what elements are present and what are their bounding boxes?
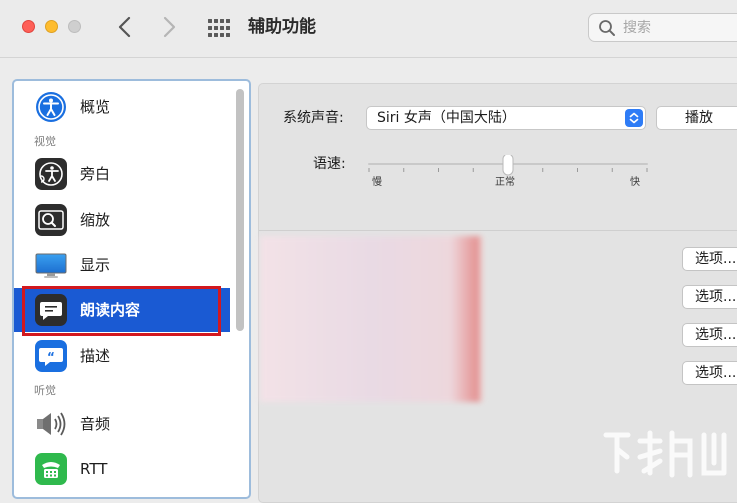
popup-stepper-icon (625, 109, 643, 127)
options-button-2[interactable]: 选项... (682, 285, 737, 309)
zoom-window-button[interactable] (68, 20, 81, 33)
sidebar-item-overview[interactable]: 概览 (14, 85, 230, 129)
toolbar: 辅助功能 搜索 (0, 0, 737, 58)
options-button-1[interactable]: 选项... (682, 247, 737, 271)
descriptions-icon: “ (35, 340, 67, 372)
close-window-button[interactable] (22, 20, 35, 33)
sidebar-item-label: 概览 (80, 98, 111, 116)
sidebar-item-label: 朗读内容 (80, 301, 141, 319)
sidebar-item-zoom[interactable]: 缩放 (14, 198, 230, 242)
sidebar-item-label: 旁白 (80, 165, 111, 183)
sidebar-item-label: 显示 (80, 256, 111, 274)
search-placeholder: 搜索 (623, 20, 651, 36)
rate-tick-normal: 正常 (495, 177, 515, 188)
accessibility-icon (36, 92, 66, 122)
speaking-rate-label: 语速: (313, 156, 346, 172)
sidebar-item-descriptions[interactable]: “ 描述 (14, 334, 230, 378)
window-title: 辅助功能 (248, 17, 316, 37)
sidebar-item-label: 缩放 (80, 211, 111, 229)
options-button-3[interactable]: 选项... (682, 323, 737, 347)
section-divider (259, 230, 737, 231)
speaking-rate-slider[interactable] (366, 155, 650, 179)
blurred-content-area (260, 236, 484, 402)
section-header-hearing: 听觉 (34, 384, 56, 397)
play-button[interactable]: 播放 (656, 106, 737, 130)
sidebar-item-rtt[interactable]: RTT (14, 447, 230, 491)
sidebar-item-label: 音频 (80, 415, 111, 433)
sidebar-item-audio[interactable]: 音频 (14, 402, 230, 446)
sidebar-item-label: RTT (80, 460, 108, 478)
sidebar-item-spoken-content[interactable]: 朗读内容 (14, 288, 230, 332)
rtt-icon (35, 453, 67, 485)
sidebar: 概览 视觉 旁白 缩放 显示 朗读内容 “ 描述 听觉 音频 RTT (12, 79, 251, 499)
svg-text:“: “ (47, 350, 55, 364)
slider-thumb[interactable] (502, 155, 514, 176)
sidebar-scrollbar[interactable] (236, 89, 244, 331)
show-all-grid-icon[interactable] (207, 18, 231, 38)
system-voice-select[interactable]: Siri 女声（中国大陆） (366, 106, 646, 130)
sidebar-item-label: 描述 (80, 347, 111, 365)
back-chevron-icon[interactable] (113, 14, 137, 40)
forward-chevron-icon[interactable] (157, 14, 181, 40)
system-voice-value: Siri 女声（中国大陆） (377, 110, 516, 126)
search-field[interactable]: 搜索 (588, 13, 737, 42)
sidebar-item-display[interactable]: 显示 (14, 243, 230, 287)
minimize-window-button[interactable] (45, 20, 58, 33)
spoken-content-icon (35, 294, 67, 326)
sidebar-item-voiceover[interactable]: 旁白 (14, 152, 230, 196)
rate-tick-slow: 慢 (372, 177, 382, 188)
rate-tick-fast: 快 (630, 177, 640, 188)
section-header-vision: 视觉 (34, 135, 56, 148)
display-icon (35, 253, 67, 278)
site-watermark-logo (603, 430, 727, 478)
system-voice-label: 系统声音: (283, 110, 344, 126)
audio-icon (37, 412, 66, 436)
zoom-icon (35, 204, 67, 236)
options-button-4[interactable]: 选项... (682, 361, 737, 385)
search-icon (599, 20, 615, 36)
voiceover-icon (35, 158, 67, 190)
